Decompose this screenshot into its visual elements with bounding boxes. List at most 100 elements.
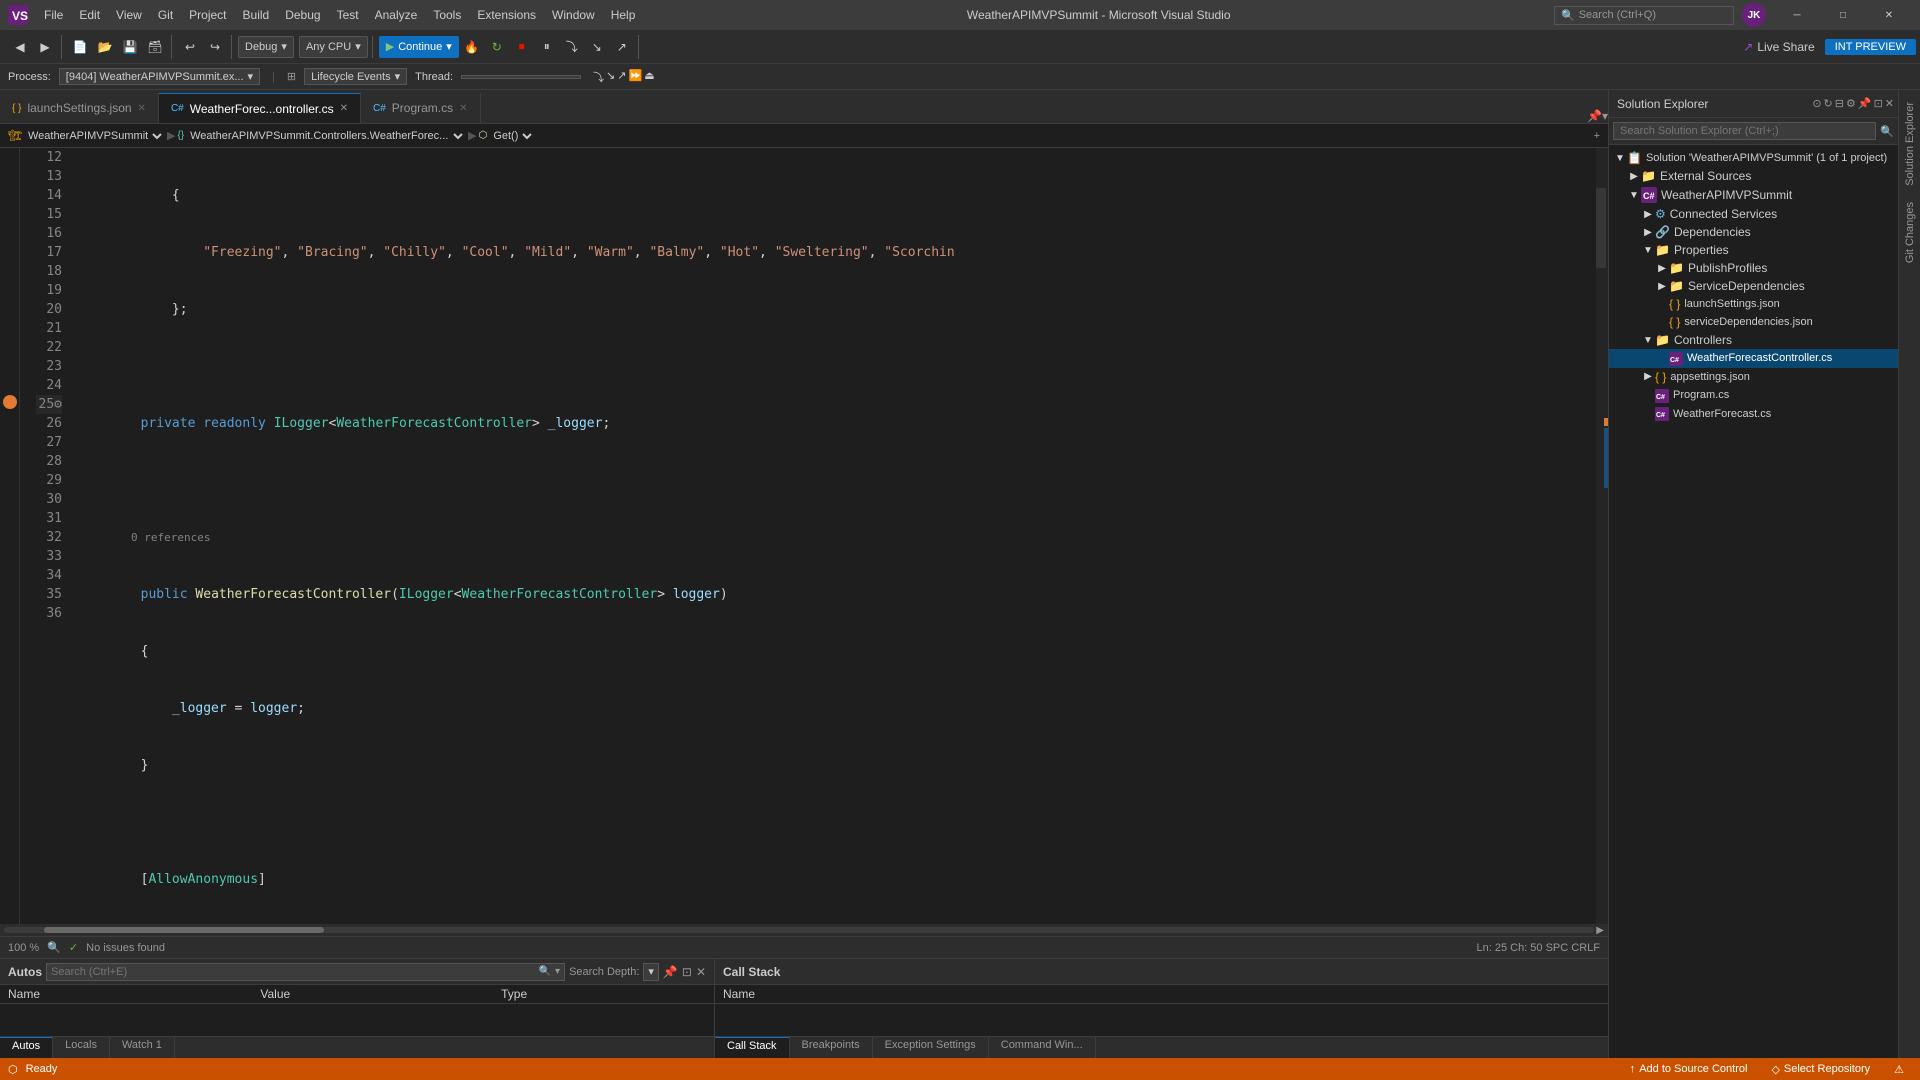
breadcrumb-project[interactable]: WeatherAPIMVPSummit: [24, 129, 165, 143]
tree-item-dependencies[interactable]: ▶ 🔗 Dependencies: [1609, 223, 1898, 241]
tree-item-launch-settings[interactable]: { } launchSettings.json: [1609, 295, 1898, 313]
step-out-button[interactable]: ↗: [610, 35, 634, 59]
debug-nav-4[interactable]: ⏩: [628, 69, 642, 85]
tree-item-weather-forecast[interactable]: C# WeatherForecast.cs: [1609, 405, 1898, 424]
menu-build[interactable]: Build: [235, 6, 278, 24]
debug-nav-1[interactable]: ⤵: [593, 69, 604, 85]
autos-search-input[interactable]: 🔍 ▾: [46, 963, 565, 981]
tab-exception-settings[interactable]: Exception Settings: [873, 1037, 989, 1058]
tree-item-publish-profiles[interactable]: ▶ 📁 PublishProfiles: [1609, 259, 1898, 277]
tree-item-external-sources[interactable]: ▶ 📁 External Sources: [1609, 167, 1898, 185]
tab-pin-button[interactable]: 📌: [1587, 109, 1602, 123]
cpu-config-dropdown[interactable]: Any CPU▾: [299, 36, 368, 58]
horiz-scroll-thumb[interactable]: [44, 927, 324, 933]
select-repository-button[interactable]: ◇ Select Repository: [1763, 1063, 1878, 1076]
minimap-thumb[interactable]: [1596, 188, 1606, 268]
pause-button[interactable]: ⏸: [535, 35, 559, 59]
sol-settings-btn[interactable]: ⚙: [1846, 97, 1856, 110]
debug-nav-5[interactable]: ⏏: [644, 69, 654, 85]
debug-nav-3[interactable]: ↗: [617, 69, 626, 85]
code-editor[interactable]: 12 13 14 15 16 17 18 19 20 21 22 23 24 2…: [0, 148, 1608, 924]
maximize-button[interactable]: □: [1820, 0, 1866, 30]
debug-nav-2[interactable]: ↘: [606, 69, 615, 85]
tree-item-appsettings[interactable]: ▶ { } appsettings.json: [1609, 368, 1898, 386]
tree-item-program[interactable]: C# Program.cs: [1609, 386, 1898, 405]
sol-close-btn[interactable]: ✕: [1885, 97, 1894, 110]
tree-item-service-deps[interactable]: ▶ 📁 ServiceDependencies: [1609, 277, 1898, 295]
autos-search-dropdown[interactable]: ▾: [555, 966, 560, 977]
autos-close[interactable]: ✕: [696, 965, 706, 979]
code-content[interactable]: { "Freezing", "Bracing", "Chilly", "Cool…: [70, 148, 1596, 924]
menu-extensions[interactable]: Extensions: [469, 6, 544, 24]
tab-watch1[interactable]: Watch 1: [110, 1037, 175, 1058]
undo-button[interactable]: ↩: [178, 35, 202, 59]
menu-test[interactable]: Test: [329, 6, 367, 24]
autos-pin[interactable]: 📌: [663, 965, 678, 979]
menu-edit[interactable]: Edit: [71, 6, 108, 24]
new-file-button[interactable]: 📄: [68, 35, 92, 59]
save-all-button[interactable]: 🗃: [143, 35, 167, 59]
tree-item-service-deps-json[interactable]: { } serviceDependencies.json: [1609, 313, 1898, 331]
tab-weather-controller[interactable]: C# WeatherForec...ontroller.cs ✕: [159, 93, 361, 123]
zoom-level[interactable]: 100 %: [8, 942, 39, 954]
sol-float-btn[interactable]: ⊡: [1874, 97, 1883, 110]
horizontal-scrollbar[interactable]: ▶: [0, 924, 1608, 936]
lifecycle-dropdown[interactable]: Lifecycle Events▾: [304, 68, 407, 85]
breadcrumb-member[interactable]: Get(): [489, 129, 535, 143]
save-button[interactable]: 💾: [118, 35, 142, 59]
tree-item-solution[interactable]: ▼ 📋 Solution 'WeatherAPIMVPSummit' (1 of…: [1609, 149, 1898, 167]
restart-button[interactable]: ↻: [485, 35, 509, 59]
live-share-button[interactable]: ↗ Live Share: [1735, 38, 1822, 56]
menu-analyze[interactable]: Analyze: [367, 6, 426, 24]
tree-item-weather-controller[interactable]: C# WeatherForecastController.cs: [1609, 349, 1898, 368]
menu-view[interactable]: View: [108, 6, 150, 24]
solution-search-input[interactable]: [1613, 122, 1876, 140]
breadcrumb-namespace[interactable]: WeatherAPIMVPSummit.Controllers.WeatherF…: [186, 129, 466, 143]
tree-item-project[interactable]: ▼ C# WeatherAPIMVPSummit: [1609, 185, 1898, 205]
open-file-button[interactable]: 📂: [93, 35, 117, 59]
menu-help[interactable]: Help: [603, 6, 644, 24]
int-preview-button[interactable]: INT PREVIEW: [1825, 39, 1916, 55]
source-control-button[interactable]: ↑ Add to Source Control: [1622, 1063, 1756, 1075]
autos-search-field[interactable]: [51, 966, 535, 978]
menu-tools[interactable]: Tools: [425, 6, 469, 24]
tab-close-0[interactable]: ✕: [138, 103, 146, 114]
sol-collapse-btn[interactable]: ⊟: [1835, 97, 1844, 110]
menu-debug[interactable]: Debug: [277, 6, 328, 24]
tab-breakpoints[interactable]: Breakpoints: [790, 1037, 873, 1058]
autos-float[interactable]: ⊡: [682, 965, 692, 979]
sol-filter-btn[interactable]: ⊙: [1812, 97, 1821, 110]
step-into-button[interactable]: ↘: [585, 35, 609, 59]
continue-button[interactable]: ▶Continue▾: [379, 36, 459, 58]
minimize-button[interactable]: ─: [1774, 0, 1820, 30]
back-button[interactable]: ◀: [8, 35, 32, 59]
tree-item-connected-services[interactable]: ▶ ⚙ Connected Services: [1609, 205, 1898, 223]
tab-program[interactable]: C# Program.cs ✕: [361, 93, 481, 123]
menu-file[interactable]: File: [36, 6, 71, 24]
user-avatar[interactable]: JK: [1742, 3, 1766, 27]
menu-project[interactable]: Project: [181, 6, 234, 24]
breadcrumb-add-button[interactable]: +: [1594, 130, 1600, 142]
close-button[interactable]: ✕: [1866, 0, 1912, 30]
menu-window[interactable]: Window: [544, 6, 603, 24]
sol-sync-btn[interactable]: ↻: [1824, 97, 1833, 110]
tab-locals[interactable]: Locals: [53, 1037, 110, 1058]
menu-git[interactable]: Git: [150, 6, 181, 24]
search-box[interactable]: 🔍 Search (Ctrl+Q): [1554, 6, 1734, 25]
tab-autos[interactable]: Autos: [0, 1037, 53, 1058]
thread-dropdown[interactable]: [461, 75, 581, 79]
scroll-right-btn[interactable]: ▶: [1596, 925, 1604, 936]
sidebar-tab-solution-explorer[interactable]: Solution Explorer: [1902, 94, 1918, 194]
debug-config-dropdown[interactable]: Debug▾: [238, 36, 294, 58]
step-over-button[interactable]: ⤵: [560, 35, 584, 59]
tab-launch-settings[interactable]: { } launchSettings.json ✕: [0, 93, 159, 123]
sidebar-tab-git-changes[interactable]: Git Changes: [1902, 194, 1918, 271]
tab-command-window[interactable]: Command Win...: [989, 1037, 1096, 1058]
tree-item-controllers[interactable]: ▼ 📁 Controllers: [1609, 331, 1898, 349]
tab-callstack[interactable]: Call Stack: [715, 1037, 790, 1058]
stop-button[interactable]: ⏹: [510, 35, 534, 59]
tab-close-1[interactable]: ✕: [340, 103, 348, 114]
process-dropdown[interactable]: [9404] WeatherAPIMVPSummit.ex...▾: [59, 68, 260, 85]
sol-pin-btn[interactable]: 📌: [1858, 97, 1872, 110]
tab-close-2[interactable]: ✕: [459, 103, 467, 114]
